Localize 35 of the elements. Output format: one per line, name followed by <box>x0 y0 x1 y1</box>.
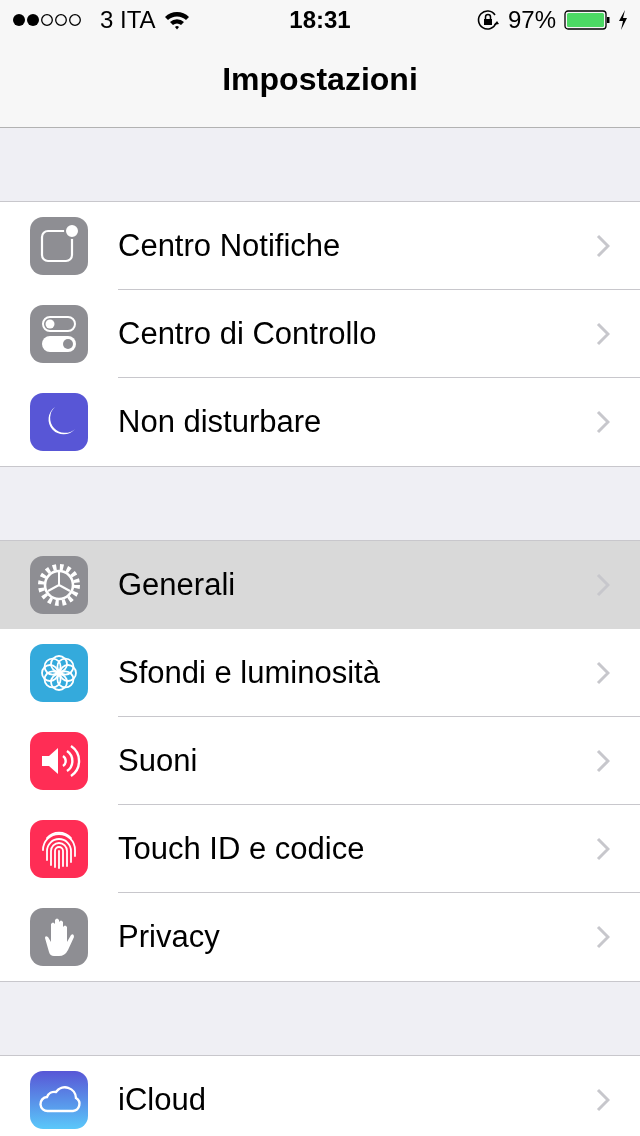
cloud-icon <box>30 1071 88 1129</box>
chevron-icon <box>596 321 610 346</box>
chevron-icon <box>596 410 610 434</box>
hand-icon <box>30 908 88 966</box>
chevron-icon <box>596 748 610 773</box>
row-label: Sfondi e luminosità <box>118 654 380 691</box>
settings-icon <box>30 556 88 614</box>
row-label: Centro Notifiche <box>118 227 341 264</box>
carrier-name: 3 ITA <box>100 6 156 34</box>
moon-icon <box>30 393 88 451</box>
chevron-icon <box>596 836 610 861</box>
row-label: Privacy <box>118 919 220 955</box>
row-label: Generali <box>118 566 236 603</box>
row-label: Centro di Controllo <box>118 315 377 352</box>
row-label: Touch ID e codice <box>118 830 365 867</box>
charging-icon <box>618 9 628 31</box>
battery-icon <box>564 9 610 31</box>
battery-percent: 97% <box>507 6 556 34</box>
toggles-icon <box>30 305 88 363</box>
flower-icon <box>30 644 88 702</box>
chevron-icon <box>596 925 610 949</box>
row-label: Non disturbare <box>118 404 322 440</box>
screen-title: Impostazioni <box>222 61 418 98</box>
notifications-icon <box>30 217 88 275</box>
row-label: Suoni <box>118 742 198 779</box>
speaker-icon <box>30 732 88 790</box>
fingerprint-icon <box>30 820 88 878</box>
chevron-icon <box>596 1087 610 1112</box>
chevron-icon <box>596 660 610 685</box>
chevron-icon <box>596 233 610 258</box>
clock-time: 18:31 <box>289 6 351 34</box>
row-label: iCloud <box>118 1081 206 1118</box>
settings-row[interactable]: Generali <box>0 541 640 629</box>
wifi-icon <box>163 10 190 30</box>
rotation-lock-icon <box>475 8 500 32</box>
